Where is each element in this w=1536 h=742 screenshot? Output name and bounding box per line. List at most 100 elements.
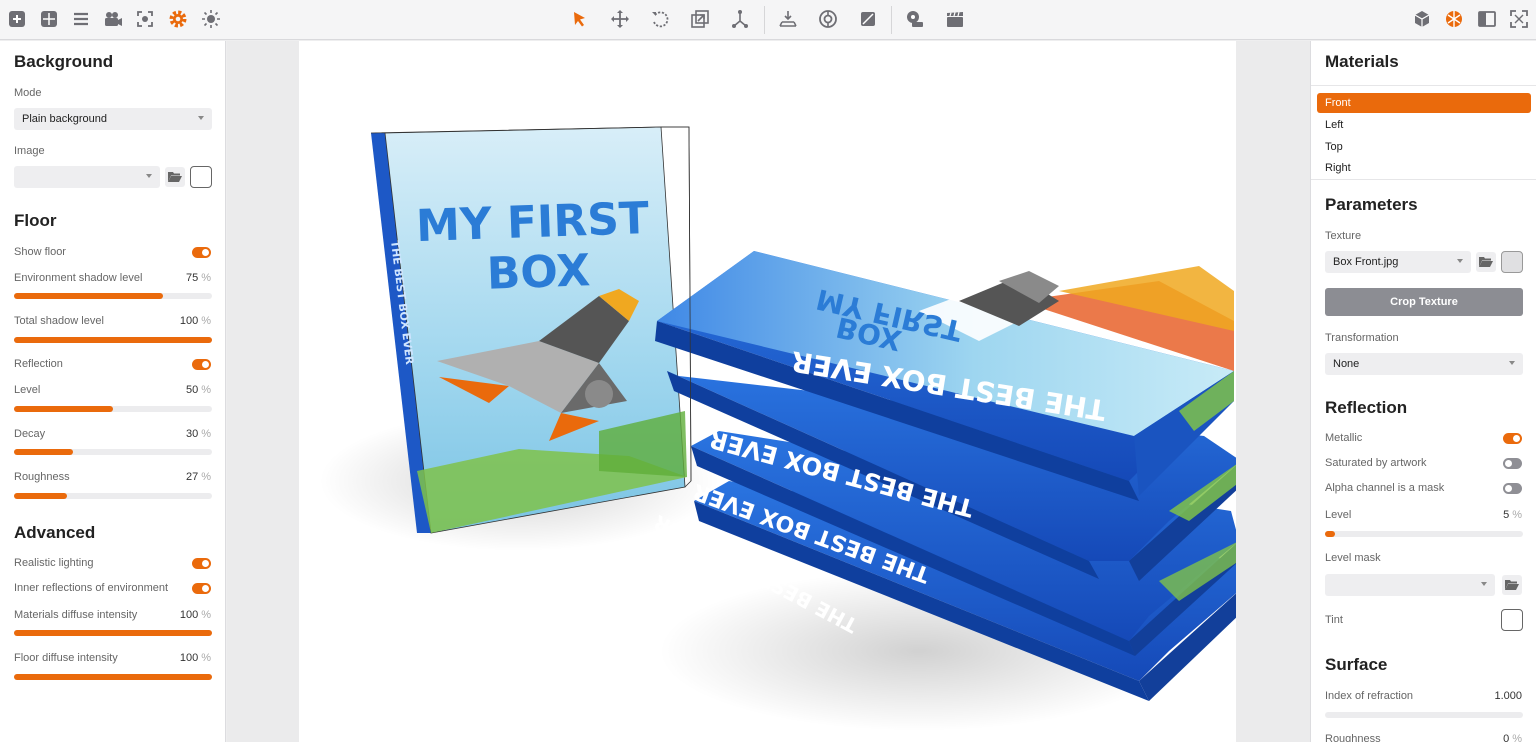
materials-panel: Materials Front Left Top Right Parameter… (1310, 41, 1536, 742)
app-window: Background Mode Plain background Image F… (0, 0, 1536, 742)
turntable-icon[interactable] (815, 6, 841, 32)
reflection-label: Reflection (14, 358, 63, 370)
metallic-label: Metallic (1325, 432, 1363, 444)
floor-diffuse-label: Floor diffuse intensity (14, 652, 118, 664)
material-item-left[interactable]: Left (1317, 115, 1531, 135)
saturated-label: Saturated by artwork (1325, 457, 1427, 469)
materials-diffuse-slider[interactable] (14, 630, 212, 636)
select-arrow-icon[interactable] (567, 6, 593, 32)
materials-ball-icon[interactable] (1441, 6, 1467, 32)
standing-box[interactable]: MY FIRST BOX THE BEST BOX EVER (371, 126, 692, 534)
realistic-lighting-toggle[interactable] (192, 558, 211, 569)
realistic-lighting-label: Realistic lighting (14, 557, 94, 569)
top-toolbar (0, 0, 1536, 40)
env-shadow-value: 75% (185, 272, 211, 284)
ior-slider[interactable] (1325, 712, 1523, 718)
alpha-mask-label: Alpha channel is a mask (1325, 482, 1445, 494)
front-box-title-line1: MY FIRST (415, 193, 650, 252)
list-icon[interactable] (68, 6, 94, 32)
floor-diffuse-slider[interactable] (14, 674, 212, 680)
ior-label: Index of refraction (1325, 690, 1414, 702)
clapper-icon[interactable] (942, 6, 968, 32)
total-shadow-value: 100% (179, 315, 211, 327)
background-image-select[interactable] (14, 166, 160, 188)
scene-settings-panel: Background Mode Plain background Image F… (0, 41, 226, 742)
render-icon[interactable] (902, 6, 928, 32)
grid-icon[interactable] (36, 6, 62, 32)
texture-label: Texture (1325, 230, 1362, 242)
fullscreen-icon[interactable] (1506, 6, 1532, 32)
inner-reflections-toggle[interactable] (192, 583, 211, 594)
total-shadow-label: Total shadow level (14, 315, 104, 327)
background-heading: Background (14, 52, 114, 71)
material-item-front[interactable]: Front (1317, 93, 1531, 113)
box-icon[interactable] (1409, 6, 1435, 32)
move-icon[interactable] (607, 6, 633, 32)
material-item-top[interactable]: Top (1317, 137, 1531, 157)
surface-heading: Surface (1325, 655, 1388, 674)
pivot-icon[interactable] (727, 6, 753, 32)
total-shadow-slider[interactable] (14, 337, 212, 343)
saturated-toggle[interactable] (1503, 458, 1522, 469)
decay-value: 30% (185, 428, 211, 440)
divider (1311, 85, 1536, 86)
materials-heading: Materials (1325, 52, 1399, 71)
reflection-toggle[interactable] (192, 359, 211, 370)
add-icon[interactable] (4, 6, 30, 32)
gear-icon[interactable] (165, 6, 191, 32)
level-mask-label: Level mask (1325, 552, 1381, 564)
light-icon[interactable] (198, 6, 224, 32)
slider-fill (14, 406, 113, 412)
material-item-right[interactable]: Right (1317, 158, 1531, 178)
texture-preview-swatch[interactable] (1501, 251, 1523, 273)
decay-slider[interactable] (14, 449, 212, 455)
level-value: 50% (185, 384, 211, 396)
render-canvas[interactable]: MY FIRST BOX THE BEST BOX EVER THE BEST … (299, 41, 1236, 742)
camera-icon[interactable] (100, 6, 126, 32)
level-mask-select[interactable] (1325, 574, 1495, 596)
reflection-level-slider[interactable] (1325, 531, 1523, 537)
roughness-label: Roughness (14, 471, 70, 483)
show-floor-label: Show floor (14, 246, 66, 258)
slider-fill (14, 293, 163, 299)
level-slider[interactable] (14, 406, 212, 412)
reflection-level-label: Level (1325, 509, 1352, 521)
background-mode-select[interactable]: Plain background (14, 108, 212, 130)
materials-diffuse-value: 100% (179, 609, 211, 621)
metallic-toggle[interactable] (1503, 433, 1522, 444)
floor-align-icon[interactable] (775, 6, 801, 32)
background-color-swatch[interactable] (190, 166, 212, 188)
surface-roughness-value: 0% (1503, 733, 1522, 742)
crop-texture-button[interactable]: Crop Texture (1325, 288, 1523, 316)
level-label: Level (14, 384, 41, 396)
roughness-value: 27% (185, 471, 211, 483)
chevron-down-icon (1509, 361, 1515, 365)
roughness-slider[interactable] (14, 493, 212, 499)
folder-open-icon[interactable] (1502, 575, 1522, 595)
slider-fill (14, 493, 68, 499)
material-icon[interactable] (855, 6, 881, 32)
slider-fill (14, 449, 74, 455)
transformation-select[interactable]: None (1325, 353, 1523, 375)
slider-fill (14, 630, 212, 636)
focus-icon[interactable] (132, 6, 158, 32)
layout-icon[interactable] (1474, 6, 1500, 32)
rotate-icon[interactable] (647, 6, 673, 32)
reflection-level-value: 5% (1503, 509, 1522, 521)
scale-icon[interactable] (687, 6, 713, 32)
decay-label: Decay (14, 428, 46, 440)
scene-render: MY FIRST BOX THE BEST BOX EVER THE BEST … (319, 126, 1236, 731)
folder-open-icon[interactable] (1476, 252, 1496, 272)
3d-viewport[interactable]: MY FIRST BOX THE BEST BOX EVER THE BEST … (227, 41, 1310, 742)
transformation-label: Transformation (1325, 332, 1399, 344)
texture-select[interactable]: Box Front.jpg (1325, 251, 1471, 273)
toolbar-divider (891, 6, 892, 34)
chevron-down-icon (1481, 582, 1487, 586)
show-floor-toggle[interactable] (192, 247, 211, 258)
tint-color-swatch[interactable] (1501, 609, 1523, 631)
env-shadow-slider[interactable] (14, 293, 212, 299)
alpha-mask-toggle[interactable] (1503, 483, 1522, 494)
texture-value: Box Front.jpg (1333, 256, 1399, 268)
chevron-down-icon (146, 174, 152, 178)
folder-open-icon[interactable] (165, 167, 185, 187)
